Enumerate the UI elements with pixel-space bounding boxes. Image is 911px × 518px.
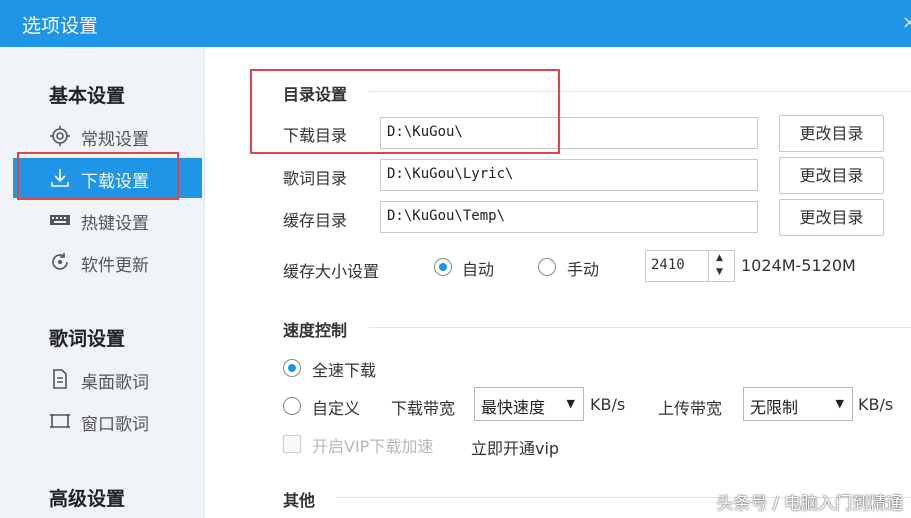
vip-open-link[interactable]: 立即开通vip bbox=[471, 435, 559, 459]
cache-dir-input[interactable]: D:\KuGou\Temp\ bbox=[380, 201, 758, 233]
sidebar: 基本设置 常规设置 下载设置 热键设置 软件更新 歌词设置 桌面歌词 窗口歌词 … bbox=[0, 47, 205, 518]
upload-bandwidth-select[interactable]: 无限制 ▼ bbox=[743, 387, 853, 421]
sidebar-item-label: 软件更新 bbox=[81, 256, 149, 276]
vip-accelerate-checkbox[interactable] bbox=[283, 435, 301, 453]
change-download-dir-button[interactable]: 更改目录 bbox=[779, 115, 884, 152]
download-bandwidth-label: 下载带宽 bbox=[391, 399, 456, 418]
sidebar-group-advanced: 高级设置 bbox=[49, 488, 126, 510]
arrow-up-icon[interactable]: ▲ bbox=[716, 253, 723, 263]
cache-size-stepper[interactable]: 2410 ▲ ▼ bbox=[645, 250, 735, 282]
cache-auto-label: 自动 bbox=[462, 260, 495, 279]
download-bandwidth-value: 最快速度 bbox=[481, 398, 546, 417]
custom-speed-label: 自定义 bbox=[312, 399, 361, 418]
lyric-dir-input[interactable]: D:\KuGou\Lyric\ bbox=[380, 159, 758, 191]
change-lyric-dir-button[interactable]: 更改目录 bbox=[779, 157, 884, 194]
cache-size-range: 1024M-5120M bbox=[741, 256, 856, 275]
upload-bandwidth-label: 上传带宽 bbox=[658, 399, 723, 418]
sidebar-group-lyrics: 歌词设置 bbox=[49, 328, 126, 350]
section-title-speed: 速度控制 bbox=[283, 321, 348, 340]
custom-speed-radio[interactable] bbox=[283, 397, 301, 415]
gear-icon bbox=[50, 126, 70, 146]
caret-down-icon: ▼ bbox=[835, 397, 844, 410]
download-bandwidth-select[interactable]: 最快速度 ▼ bbox=[474, 387, 584, 421]
sidebar-item-desktop-lyric[interactable]: 桌面歌词 bbox=[13, 359, 202, 399]
section-title-other: 其他 bbox=[283, 491, 316, 510]
full-speed-radio[interactable] bbox=[283, 359, 301, 377]
window-title: 选项设置 bbox=[22, 15, 99, 37]
sidebar-item-window-lyric[interactable]: 窗口歌词 bbox=[13, 401, 202, 441]
sidebar-item-label: 窗口歌词 bbox=[81, 415, 149, 435]
upload-bandwidth-value: 无限制 bbox=[750, 398, 799, 417]
sidebar-item-label: 桌面歌词 bbox=[81, 373, 149, 393]
cache-manual-radio[interactable] bbox=[538, 258, 556, 276]
watermark: 头条号 / 电脑入门到精通 bbox=[716, 494, 903, 514]
vip-accelerate-label: 开启VIP下载加速 bbox=[312, 437, 434, 456]
arrow-down-icon[interactable]: ▼ bbox=[716, 267, 723, 277]
window-lyric-icon bbox=[50, 414, 70, 428]
sidebar-item-label: 常规设置 bbox=[81, 130, 149, 150]
keyboard-icon bbox=[50, 215, 70, 225]
close-icon[interactable]: × bbox=[902, 12, 911, 33]
refresh-icon bbox=[52, 253, 68, 270]
divider bbox=[369, 327, 911, 328]
cache-auto-radio[interactable] bbox=[434, 258, 452, 276]
cache-dir-label: 缓存目录 bbox=[283, 211, 348, 230]
cache-manual-label: 手动 bbox=[567, 260, 600, 279]
download-unit: KB/s bbox=[590, 395, 626, 414]
lyric-dir-label: 歌词目录 bbox=[283, 169, 348, 188]
desktop-lyric-icon bbox=[53, 369, 67, 389]
upload-unit: KB/s bbox=[858, 395, 894, 414]
full-speed-label: 全速下载 bbox=[312, 361, 377, 380]
caret-down-icon: ▼ bbox=[566, 397, 575, 410]
highlight-box bbox=[250, 69, 560, 154]
sidebar-item-label: 热键设置 bbox=[81, 214, 149, 234]
sidebar-item-general[interactable]: 常规设置 bbox=[13, 116, 202, 156]
highlight-box bbox=[17, 152, 179, 200]
stepper-arrows[interactable]: ▲ ▼ bbox=[708, 251, 734, 281]
sidebar-group-basic: 基本设置 bbox=[49, 85, 126, 107]
change-cache-dir-button[interactable]: 更改目录 bbox=[779, 199, 884, 236]
sidebar-item-hotkey[interactable]: 热键设置 bbox=[13, 200, 202, 240]
cache-size-label: 缓存大小设置 bbox=[283, 262, 380, 281]
title-bar: 选项设置 × bbox=[0, 0, 911, 47]
cache-size-value: 2410 bbox=[651, 257, 685, 273]
sidebar-item-update[interactable]: 软件更新 bbox=[13, 242, 202, 282]
